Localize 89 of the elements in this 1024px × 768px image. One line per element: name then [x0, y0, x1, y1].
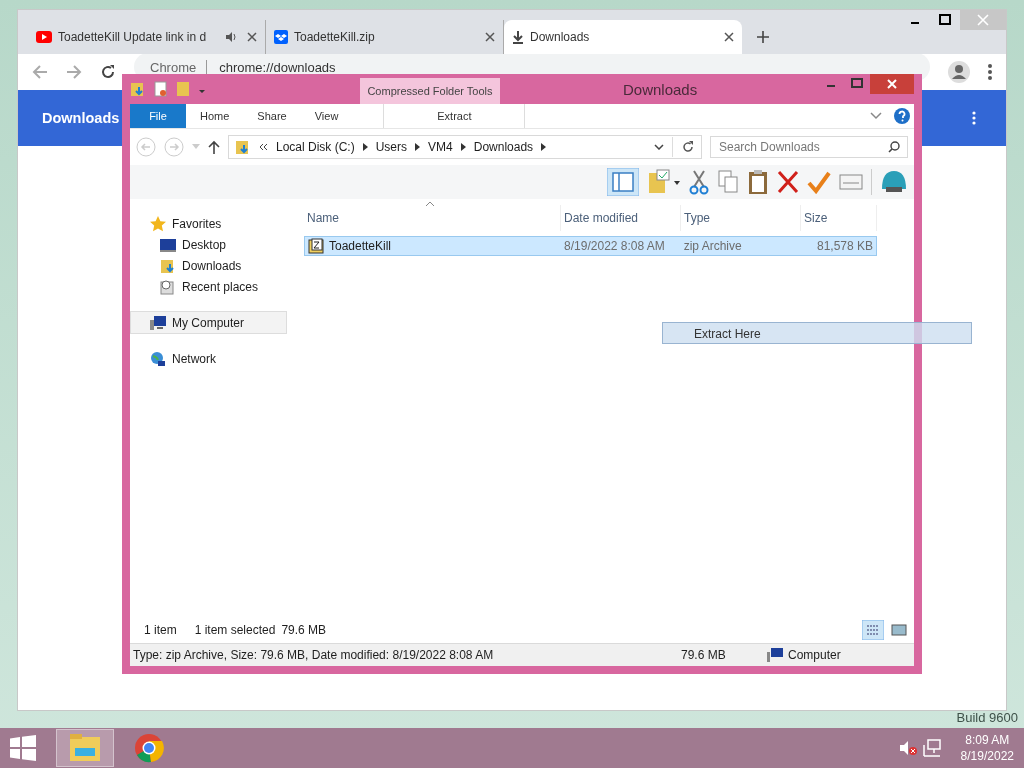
menu-icon[interactable] — [988, 64, 992, 80]
details-view-icon[interactable] — [862, 620, 884, 640]
page-title: Downloads — [42, 110, 120, 126]
column-header[interactable]: Date modified — [561, 205, 681, 231]
close-icon[interactable] — [870, 74, 914, 94]
breadcrumb-item[interactable]: Local Disk (C:) — [276, 140, 355, 154]
ribbon-tab[interactable]: Share — [243, 104, 301, 128]
nav-item[interactable]: Downloads — [130, 255, 287, 276]
up-arrow-icon[interactable] — [208, 140, 220, 154]
breadcrumb-item[interactable]: Users — [375, 140, 408, 154]
nav-item[interactable]: My Computer — [130, 311, 287, 334]
double-chevron-icon — [259, 143, 268, 151]
box-logo-icon — [274, 30, 288, 44]
folder-icon[interactable] — [130, 81, 146, 97]
browser-logo-icon — [134, 733, 164, 763]
refresh-icon[interactable] — [681, 140, 695, 154]
computer-icon — [767, 648, 783, 662]
breadcrumb-item[interactable]: Downloads — [473, 140, 534, 154]
details-text: Type: zip Archive, Size: 79.6 MB, Date modified: 8/19/2022 8:08 AM — [133, 648, 495, 662]
folder-icon — [160, 257, 176, 274]
menu-icon[interactable] — [972, 111, 976, 125]
triangle-right-icon[interactable] — [541, 143, 547, 151]
play-logo-icon — [36, 31, 52, 43]
start-icon[interactable] — [10, 735, 36, 761]
column-header[interactable]: Name — [304, 205, 561, 231]
close-icon[interactable] — [247, 32, 257, 42]
clipboard-icon[interactable] — [747, 169, 769, 195]
delete-icon[interactable] — [777, 170, 799, 194]
forward-icon[interactable] — [66, 64, 82, 80]
selection-count: 1 item selected — [194, 623, 276, 637]
column-header[interactable]: Size — [801, 205, 877, 231]
table-cell-text: 81,578 KB — [815, 239, 874, 253]
zip-file-icon — [308, 238, 324, 254]
drag-tooltip: Extract Here — [662, 322, 972, 344]
item-count: 1 item — [144, 623, 177, 637]
nav-item[interactable]: Favorites — [130, 213, 287, 234]
contextual-tab-header: Compressed Folder Tools — [360, 78, 500, 104]
browser-tab[interactable]: Downloads — [504, 20, 742, 54]
nav-item[interactable]: Recent places — [130, 276, 287, 297]
close-icon[interactable] — [724, 32, 734, 42]
speaker-icon[interactable] — [225, 31, 237, 43]
shell-icon[interactable] — [880, 169, 908, 195]
folder-icon — [69, 734, 101, 762]
column-header[interactable]: Type — [681, 205, 801, 231]
nav-item[interactable]: Desktop — [130, 234, 287, 255]
nav-item[interactable]: Network — [130, 348, 287, 369]
ribbon-tab[interactable]: Home — [186, 104, 244, 128]
triangle-right-icon[interactable] — [415, 143, 421, 151]
globe-icon — [150, 350, 166, 367]
thumbnail-view-icon[interactable] — [890, 622, 908, 638]
selection-size: 79.6 MB — [281, 623, 327, 637]
page-icon[interactable] — [154, 81, 168, 97]
checkmark-icon[interactable] — [807, 170, 831, 194]
computer-icon — [150, 314, 166, 331]
muted-speaker-icon[interactable] — [898, 740, 917, 756]
triangle-right-icon[interactable] — [460, 143, 466, 151]
preview-pane-icon[interactable] — [607, 168, 639, 196]
back-icon[interactable] — [32, 64, 48, 80]
monitor-icon — [160, 237, 176, 252]
file-name: ToadetteKill — [329, 239, 392, 253]
download-icon — [512, 30, 524, 44]
scissors-icon[interactable] — [689, 169, 709, 195]
new-tab-icon[interactable] — [756, 30, 770, 44]
search-field[interactable]: Search Downloads — [710, 136, 908, 158]
details-size: 79.6 MB — [681, 648, 727, 662]
table-cell-text: zip Archive — [682, 239, 743, 253]
address-field[interactable]: Local Disk (C:) Users VM4 Downloads — [228, 135, 702, 159]
ribbon-tab[interactable]: File — [130, 104, 186, 128]
file-row[interactable]: ToadetteKill 8/19/2022 8:08 AM zip Archive 81,578 KB — [304, 236, 877, 256]
ribbon-tab[interactable]: View — [300, 104, 353, 128]
chevron-icon[interactable] — [654, 144, 664, 150]
close-icon[interactable] — [485, 32, 495, 42]
triangle-right-icon[interactable] — [362, 143, 368, 151]
build-text: Build 9600 — [956, 710, 1018, 725]
profile-icon[interactable] — [948, 61, 970, 83]
breadcrumb-item[interactable]: VM4 — [428, 140, 453, 154]
table-cell-text: 8/19/2022 8:08 AM — [563, 239, 666, 253]
window-title: Downloads — [623, 81, 698, 98]
recent-places-icon — [160, 278, 176, 295]
folder-icon — [235, 139, 251, 155]
details-location: Computer — [788, 648, 841, 662]
help-icon[interactable] — [894, 108, 910, 124]
folder-check-icon[interactable] — [647, 169, 681, 195]
search-icon — [888, 141, 900, 153]
clock-time[interactable]: 8:09 AM — [965, 732, 1010, 748]
network-icon[interactable] — [922, 739, 941, 757]
reload-icon[interactable] — [100, 64, 116, 80]
clock-date[interactable]: 8/19/2022 — [960, 748, 1014, 764]
star-icon — [150, 215, 166, 232]
